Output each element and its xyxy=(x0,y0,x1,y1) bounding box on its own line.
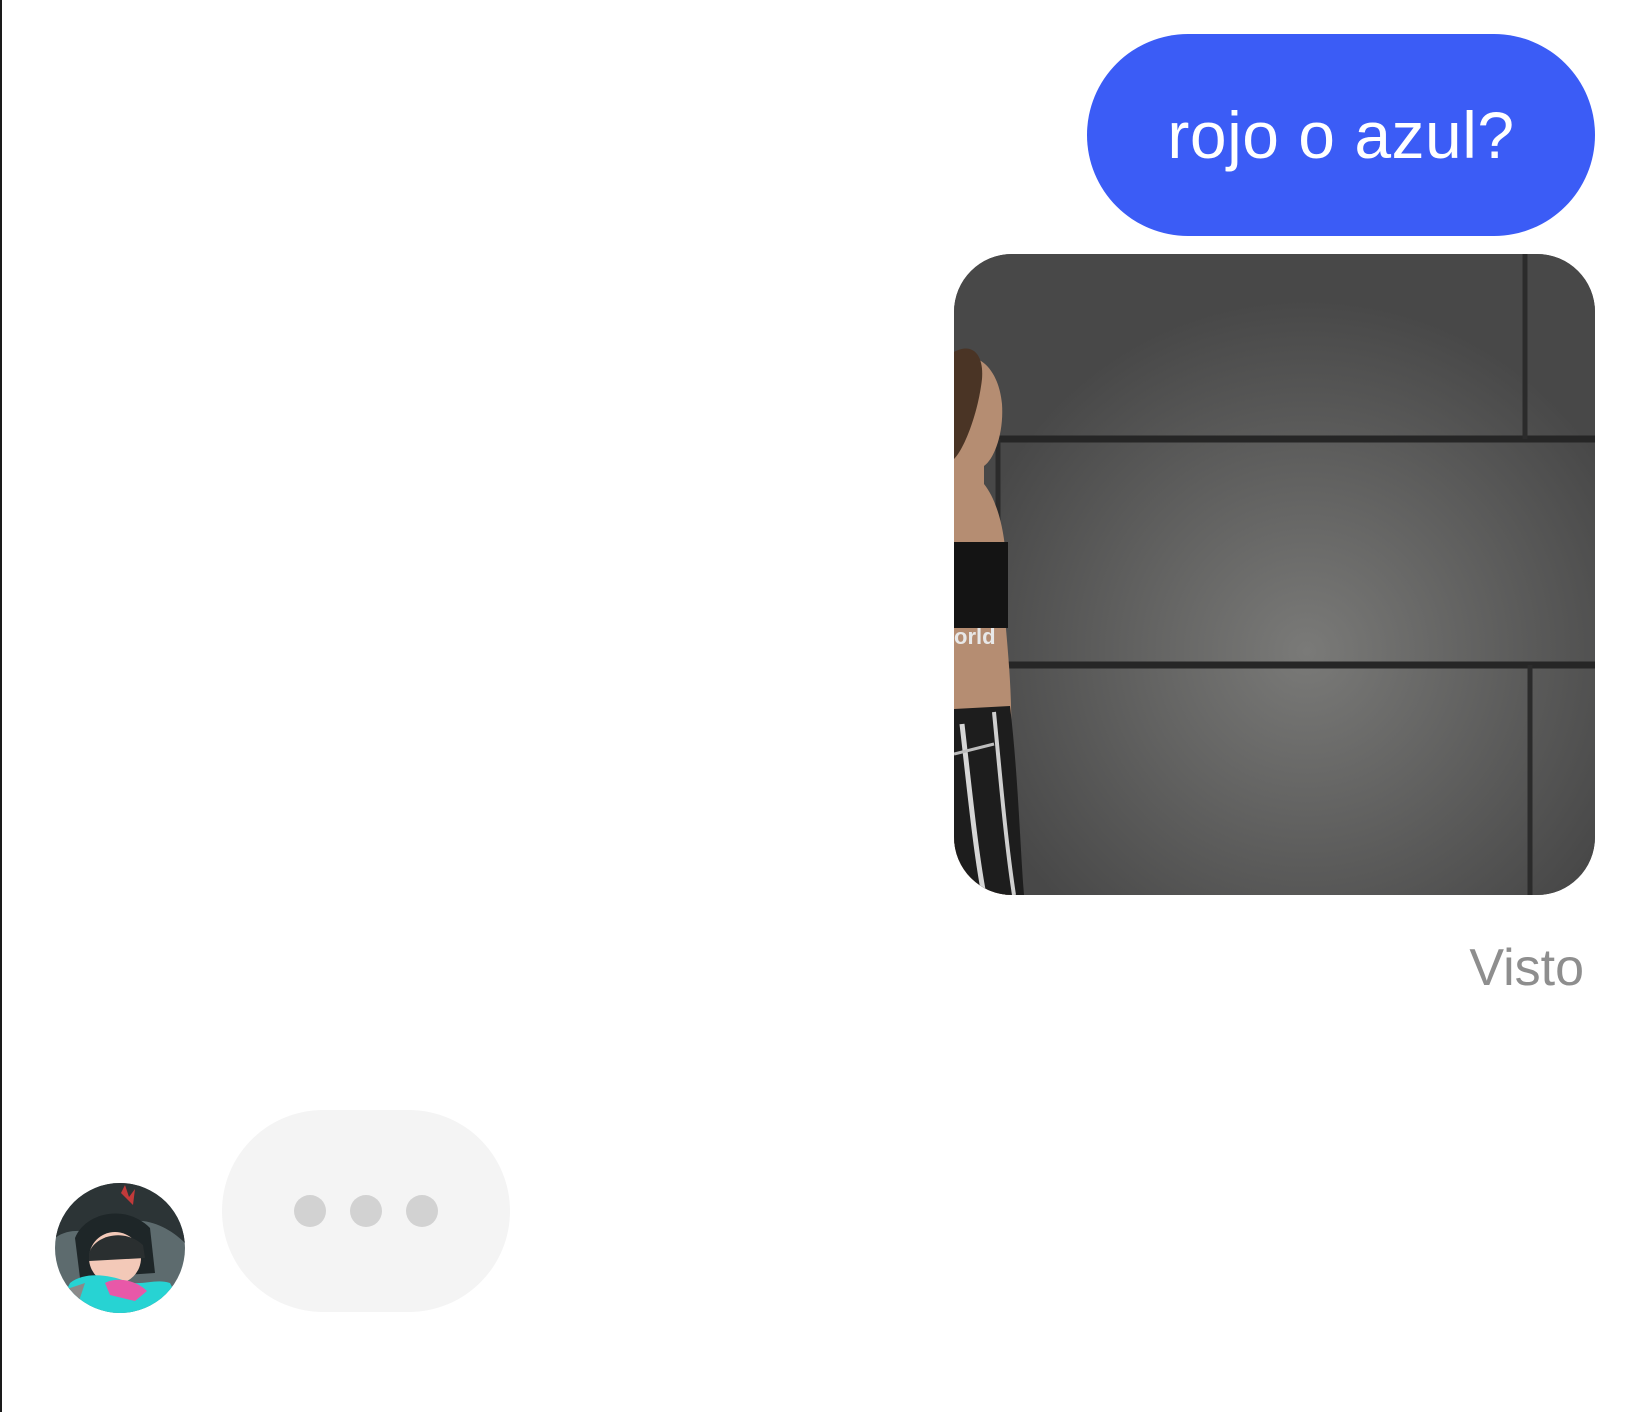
read-receipt: Visto xyxy=(1469,939,1584,997)
video-thumbnail: orld xyxy=(954,254,1595,895)
video-watermark: orld xyxy=(954,624,996,649)
typing-dot xyxy=(350,1195,382,1227)
contact-avatar-icon[interactable] xyxy=(55,1183,185,1313)
typing-dot xyxy=(406,1195,438,1227)
typing-indicator xyxy=(222,1110,510,1312)
typing-dot xyxy=(294,1195,326,1227)
message-bubble-outgoing[interactable]: rojo o azul? xyxy=(1087,34,1595,236)
message-text: rojo o azul? xyxy=(1167,98,1515,172)
frame-edge xyxy=(0,0,2,1412)
video-message[interactable]: orld xyxy=(954,254,1595,895)
